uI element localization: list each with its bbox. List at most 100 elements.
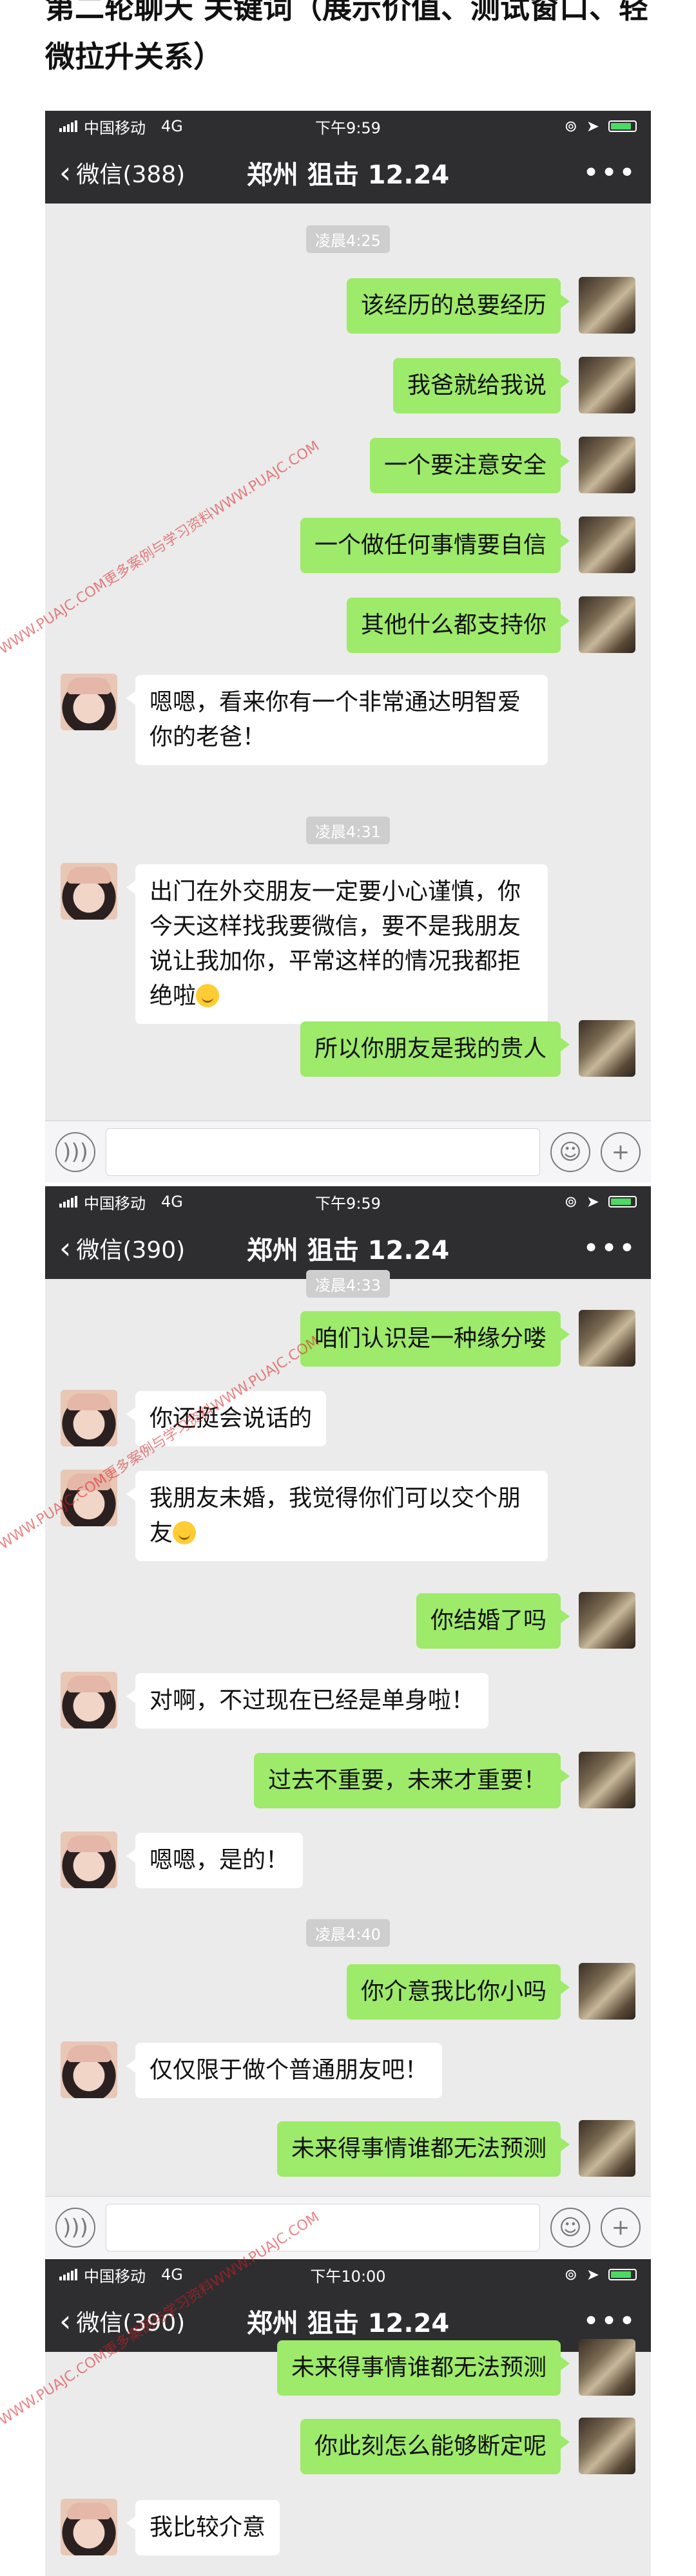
- message-bubble-sent[interactable]: 一个做任何事情要自信: [300, 518, 570, 573]
- input-bar: ))) ☺ +: [45, 2196, 651, 2258]
- timestamp: 凌晨4:25: [306, 225, 390, 253]
- battery-icon: [608, 1196, 637, 1208]
- emoji-icon[interactable]: ☺: [550, 1132, 590, 1172]
- avatar[interactable]: [579, 2339, 635, 2396]
- lock-rotation-icon: ⊚: [564, 2266, 577, 2284]
- article-heading: 第二轮聊天 关键词（展示价值、测试窗口、轻微拉升关系）: [45, 0, 649, 74]
- message-bubble-sent[interactable]: 过去不重要，未来才重要！: [253, 1753, 570, 1808]
- more-icon[interactable]: •••: [583, 156, 637, 189]
- message-input[interactable]: [106, 1128, 540, 1176]
- avatar[interactable]: [579, 2120, 635, 2177]
- emoji-icon: [173, 1521, 197, 1544]
- avatar[interactable]: [579, 1310, 635, 1367]
- status-bar: 中国移动 4G 下午9:59 ⊚ ➤: [45, 1186, 651, 1217]
- message-bubble-received[interactable]: 我朋友未婚，我觉得你们可以交个朋友: [126, 1471, 548, 1561]
- signal-icon: [59, 1196, 77, 1208]
- carrier-label: 中国移动: [84, 118, 146, 137]
- message-bubble-received[interactable]: 你还挺会说话的: [126, 1391, 327, 1446]
- avatar[interactable]: [579, 516, 635, 573]
- timestamp: 凌晨4:40: [306, 1919, 390, 1947]
- message-bubble-received[interactable]: 仅仅限于做个普通朋友吧！: [126, 2043, 443, 2098]
- avatar[interactable]: [579, 596, 635, 653]
- message-bubble-received[interactable]: 出门在外交朋友一定要小心谨慎，你今天这样找我要微信，要不是我朋友说让我加你，平常…: [126, 864, 548, 1024]
- input-bar: ))) ☺ +: [45, 1121, 651, 1182]
- voice-icon[interactable]: ))): [55, 1132, 95, 1172]
- chat-screenshot-3: 中国移动 4G 下午10:00 ⊚ ➤ ‹ 微信(390) 郑州 狙击 12.2…: [45, 2259, 651, 2576]
- message-bubble-sent[interactable]: 咱们认识是一种缘分喽: [300, 1311, 570, 1367]
- lock-rotation-icon: ⊚: [564, 1193, 577, 1211]
- avatar[interactable]: [61, 2499, 117, 2555]
- chevron-left-icon: ‹: [59, 155, 72, 190]
- avatar[interactable]: [579, 437, 635, 493]
- avatar[interactable]: [579, 2418, 635, 2474]
- message-list[interactable]: 凌晨4:33 咱们认识是一种缘分喽 你还挺会说话的 我朋友未婚，我觉得你们可以交…: [45, 1270, 651, 2196]
- back-label: 微信(390): [76, 2310, 186, 2336]
- emoji-icon[interactable]: ☺: [550, 2208, 590, 2248]
- plus-icon[interactable]: +: [601, 2208, 641, 2248]
- message-list[interactable]: 凌晨4:25 该经历的总要经历 我爸就给我说 一个要注意安全 一个做任何事情要自…: [45, 204, 651, 1121]
- signal-icon: [59, 2269, 77, 2280]
- avatar[interactable]: [61, 2041, 117, 2098]
- avatar[interactable]: [61, 1832, 117, 1888]
- back-label: 微信(390): [76, 1237, 186, 1264]
- message-bubble-sent[interactable]: 所以你朋友是我的贵人: [300, 1021, 570, 1077]
- chevron-left-icon: ‹: [59, 2304, 72, 2338]
- carrier-label: 中国移动: [84, 2267, 146, 2286]
- message-bubble-received[interactable]: 嗯嗯，是的！: [126, 1833, 304, 1888]
- location-icon: ➤: [586, 2266, 599, 2284]
- carrier-label: 中国移动: [84, 1194, 146, 1213]
- battery-icon: [608, 120, 637, 132]
- lock-rotation-icon: ⊚: [564, 117, 577, 135]
- timestamp: 凌晨4:31: [306, 817, 390, 844]
- message-text: 我朋友未婚，我觉得你们可以交个朋友: [150, 1485, 521, 1546]
- message-bubble-received[interactable]: 嗯嗯，看来你有一个非常通达明智爱你的老爸！: [126, 675, 548, 765]
- back-button[interactable]: ‹ 微信(388): [59, 156, 185, 189]
- avatar[interactable]: [579, 1592, 635, 1649]
- avatar[interactable]: [579, 1752, 635, 1808]
- message-bubble-received[interactable]: 对啊，不过现在已经是单身啦！: [126, 1673, 489, 1728]
- message-bubble-sent[interactable]: 你此刻怎么能够断定呢: [300, 2419, 570, 2474]
- network-label: 4G: [161, 117, 183, 135]
- back-button[interactable]: ‹ 微信(390): [59, 2304, 185, 2338]
- back-label: 微信(388): [76, 162, 186, 188]
- message-input[interactable]: [106, 2204, 540, 2251]
- avatar[interactable]: [61, 1390, 117, 1446]
- avatar[interactable]: [61, 1672, 117, 1728]
- chat-screenshot-2: 中国移动 4G 下午9:59 ⊚ ➤ ‹ 微信(390) 郑州 狙击 12.24…: [45, 1186, 651, 2258]
- voice-icon[interactable]: ))): [55, 2208, 95, 2248]
- chat-navbar: ‹ 微信(388) 郑州 狙击 12.24 •••: [45, 142, 651, 204]
- avatar[interactable]: [579, 1963, 635, 2020]
- location-icon: ➤: [586, 1193, 599, 1211]
- status-bar: 中国移动 4G 下午10:00 ⊚ ➤: [45, 2259, 651, 2290]
- message-bubble-sent[interactable]: 其他什么都支持你: [346, 598, 570, 653]
- message-bubble-sent[interactable]: 未来得事情谁都无法预测: [276, 2121, 570, 2177]
- avatar[interactable]: [579, 277, 635, 334]
- signal-icon: [59, 120, 77, 132]
- avatar[interactable]: [61, 863, 117, 920]
- chevron-left-icon: ‹: [59, 1231, 72, 1265]
- more-icon[interactable]: •••: [583, 2305, 637, 2338]
- message-list[interactable]: 未来得事情谁都无法预测 你此刻怎么能够断定呢 我比较介意: [45, 2339, 651, 2576]
- timestamp: 凌晨4:33: [306, 1270, 390, 1298]
- emoji-icon: [196, 984, 220, 1007]
- network-label: 4G: [161, 2266, 183, 2284]
- avatar[interactable]: [61, 1470, 117, 1526]
- network-label: 4G: [161, 1193, 183, 1211]
- status-bar: 中国移动 4G 下午9:59 ⊚ ➤: [45, 111, 651, 142]
- message-bubble-sent[interactable]: 该经历的总要经历: [346, 278, 570, 334]
- back-button[interactable]: ‹ 微信(390): [59, 1231, 185, 1265]
- location-icon: ➤: [586, 117, 599, 135]
- message-bubble-sent[interactable]: 你结婚了吗: [416, 1593, 570, 1649]
- more-icon[interactable]: •••: [583, 1232, 637, 1265]
- avatar[interactable]: [61, 674, 117, 730]
- avatar[interactable]: [579, 357, 635, 413]
- battery-icon: [608, 2269, 637, 2280]
- message-bubble-received[interactable]: 我比较介意: [126, 2500, 280, 2555]
- chat-screenshot-1: 中国移动 4G 下午9:59 ⊚ ➤ ‹ 微信(388) 郑州 狙击 12.24…: [45, 111, 651, 1182]
- message-bubble-sent[interactable]: 我爸就给我说: [392, 358, 570, 413]
- message-bubble-sent[interactable]: 你介意我比你小吗: [346, 1964, 570, 2020]
- avatar[interactable]: [579, 1020, 635, 1077]
- message-bubble-sent[interactable]: 未来得事情谁都无法预测: [276, 2340, 570, 2396]
- message-bubble-sent[interactable]: 一个要注意安全: [369, 438, 570, 493]
- plus-icon[interactable]: +: [601, 1132, 641, 1172]
